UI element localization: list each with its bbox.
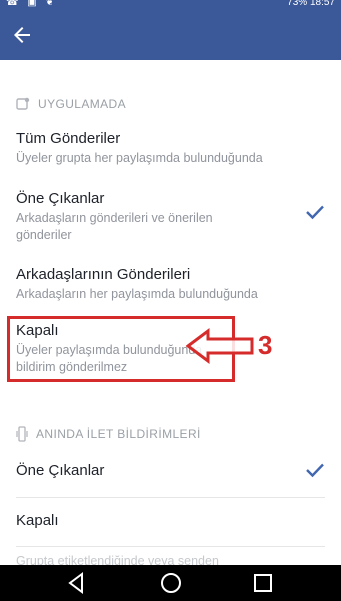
annotation-arrow-icon <box>186 328 254 364</box>
option-subtitle: Arkadaşların gönderileri ve önerilen gön… <box>16 211 213 242</box>
phone-vibrate-icon <box>16 426 28 442</box>
navigation-bar <box>0 565 341 601</box>
checkmark-icon <box>306 463 324 478</box>
settings-list: UYGULAMADA Tüm Gönderiler Üyeler grupta … <box>0 60 341 565</box>
status-bar: ☎ ▣ ❦ 73% 18:57 <box>0 0 341 10</box>
home-circle-icon[interactable] <box>159 571 183 595</box>
option-subtitle: Üyeler grupta her paylaşımda bulunduğund… <box>16 151 263 165</box>
divider <box>16 546 325 547</box>
back-triangle-icon[interactable] <box>65 571 89 595</box>
app-notification-icon <box>16 97 30 110</box>
back-arrow-icon[interactable] <box>10 23 34 47</box>
status-battery-time: 73% 18:57 <box>287 0 335 8</box>
checkmark-icon <box>306 205 324 220</box>
option-subtitle-partial: Grupta etiketlendiğinde veya senden <box>16 554 219 565</box>
option-title: Tüm Gönderiler <box>16 130 121 147</box>
option-friends-posts[interactable]: Arkadaşlarının Gönderileri Arkadaşların … <box>0 262 341 310</box>
app-bar <box>0 10 341 60</box>
option-subtitle: Arkadaşların her paylaşımda bulunduğunda <box>16 287 258 301</box>
section-header-label: ANINDA İLET BİLDİRİMLERİ <box>36 427 201 441</box>
push-option-off[interactable]: Kapalı <box>0 498 341 546</box>
push-option-highlights[interactable]: Öne Çıkanlar <box>0 448 341 496</box>
option-title: Kapalı <box>16 512 59 529</box>
section-header-push: ANINDA İLET BİLDİRİMLERİ <box>16 424 201 444</box>
option-all-posts[interactable]: Tüm Gönderiler Üyeler grupta her paylaşı… <box>0 126 341 174</box>
option-title: Arkadaşlarının Gönderileri <box>16 266 191 283</box>
status-icons: ☎ ▣ ❦ <box>6 0 57 8</box>
annotation-number: 3 <box>258 330 273 360</box>
option-title: Öne Çıkanlar <box>16 190 105 207</box>
option-highlights[interactable]: Öne Çıkanlar Arkadaşların gönderileri ve… <box>0 186 341 246</box>
section-header-in-app: UYGULAMADA <box>16 94 126 114</box>
section-header-label: UYGULAMADA <box>38 97 127 111</box>
push-option-mentions[interactable]: Grupta etiketlendiğinde veya senden <box>0 551 341 565</box>
option-title: Öne Çıkanlar <box>16 462 105 479</box>
recents-square-icon[interactable] <box>251 571 275 595</box>
